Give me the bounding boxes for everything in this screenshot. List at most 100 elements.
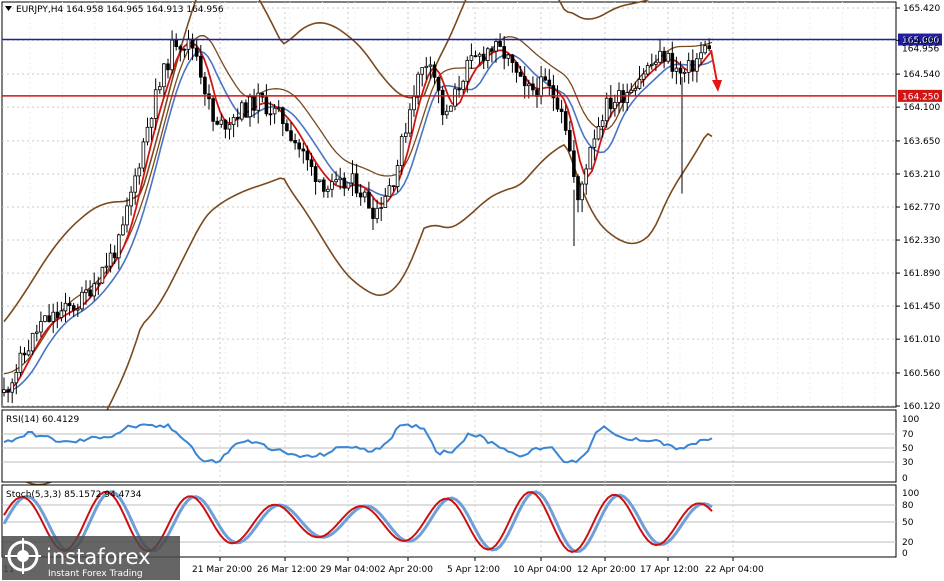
candle-body	[391, 185, 396, 188]
price-tick-label: 163.650	[903, 137, 940, 147]
candle-body	[235, 117, 240, 120]
candle-body	[563, 111, 568, 131]
candle-body	[412, 96, 416, 111]
candle-body	[436, 76, 441, 91]
candle-body	[572, 150, 576, 177]
rsi-label: RSI(14) 60.4129	[6, 415, 79, 425]
price-tick-label: 161.010	[903, 335, 940, 345]
candle-body	[76, 308, 80, 311]
candle-body	[559, 108, 564, 112]
candle-body	[67, 302, 72, 307]
candle-body	[149, 118, 154, 128]
candle-body	[182, 48, 187, 51]
candle-body	[695, 58, 699, 72]
candle-body	[375, 207, 379, 219]
candle-body	[26, 350, 31, 356]
candle-body	[387, 185, 392, 197]
candle-body	[444, 110, 449, 116]
candle-body	[248, 96, 252, 118]
rsi-level-70: 70	[902, 430, 914, 440]
candle-body	[494, 41, 498, 52]
chart-header: EURJPY,H4 164.958 164.965 164.913 164.95…	[16, 5, 224, 15]
candle-body	[600, 120, 605, 127]
candle-body	[522, 75, 527, 87]
level-tag-label: 164.250	[902, 92, 939, 102]
candle-body	[473, 55, 478, 58]
time-tick-label: 2 Apr 20:00	[380, 565, 433, 575]
candle-body	[371, 207, 375, 219]
candle-body	[272, 107, 277, 115]
candle-body	[88, 289, 92, 297]
candle-body	[584, 168, 588, 185]
candle-body	[334, 179, 338, 183]
candle-body	[424, 65, 429, 69]
stoch-level-20: 20	[902, 538, 914, 548]
candle-body	[215, 120, 220, 125]
price-tick-label: 164.540	[903, 70, 940, 80]
candle-body	[239, 102, 244, 120]
instaforex-logo: instaforex Instant Forex Trading	[2, 536, 180, 580]
candle-body	[285, 123, 289, 132]
price-tick-label: 164.100	[903, 103, 940, 113]
candle-body	[301, 148, 306, 152]
candle-body	[47, 315, 51, 322]
candle-body	[678, 67, 683, 74]
candle-body	[510, 54, 515, 63]
time-tick-label: 5 Apr 12:00	[447, 565, 500, 575]
candle-body	[428, 64, 433, 67]
candle-body	[604, 97, 609, 122]
candle-body	[137, 167, 142, 177]
candle-body	[100, 266, 105, 284]
candle-body	[633, 88, 638, 91]
candle-body	[358, 192, 363, 198]
candle-body	[354, 173, 359, 194]
candle-body	[609, 97, 613, 110]
stoch-level-100: 100	[902, 489, 919, 499]
candle-body	[420, 67, 424, 75]
price-tick-label: 164.990	[903, 36, 940, 46]
candle-body	[379, 207, 383, 209]
candle-body	[84, 289, 88, 293]
candle-body	[449, 105, 453, 112]
time-tick-label: 22 Apr 04:00	[705, 565, 764, 575]
candle-body	[555, 97, 560, 110]
candle-body	[416, 73, 420, 97]
candle-body	[346, 182, 351, 189]
candle-body	[395, 165, 400, 187]
candle-body	[51, 311, 55, 322]
price-tick-label: 165.420	[903, 4, 940, 14]
candle-body	[244, 102, 248, 118]
candle-body	[403, 132, 408, 137]
price-tick-label: 162.330	[903, 236, 940, 246]
candle-body	[707, 45, 711, 50]
candle-body	[117, 234, 121, 259]
price-tick-label: 161.450	[903, 302, 940, 312]
time-tick-label: 26 Mar 12:00	[257, 565, 317, 575]
candle-body	[313, 166, 318, 182]
candle-body	[92, 283, 97, 297]
candle-body	[6, 389, 10, 393]
candle-body	[63, 302, 68, 312]
candle-body	[506, 54, 511, 59]
candle-body	[112, 252, 117, 259]
candle-body	[670, 52, 675, 72]
chart-canvas: 165.000164.250164.956 165.420164.990164.…	[1, 0, 942, 580]
candle-body	[321, 179, 326, 192]
candle-body	[650, 63, 654, 66]
candle-body	[498, 41, 502, 47]
candle-body	[477, 53, 482, 57]
candle-body	[39, 321, 43, 333]
candle-body	[219, 119, 224, 125]
price-tick-label: 162.770	[903, 203, 940, 213]
candle-body	[2, 389, 6, 393]
candle-body	[10, 382, 15, 393]
candle-body	[30, 332, 35, 352]
candle-body	[576, 176, 580, 201]
candle-body	[699, 52, 703, 60]
price-tick-label: 163.210	[903, 170, 940, 180]
candle-body	[330, 181, 334, 190]
candle-body	[104, 265, 109, 268]
stoch-label: Stoch(5,3,3) 85.1572 94.4734	[6, 490, 142, 500]
candle-body	[461, 80, 465, 90]
candle-body	[481, 53, 486, 62]
